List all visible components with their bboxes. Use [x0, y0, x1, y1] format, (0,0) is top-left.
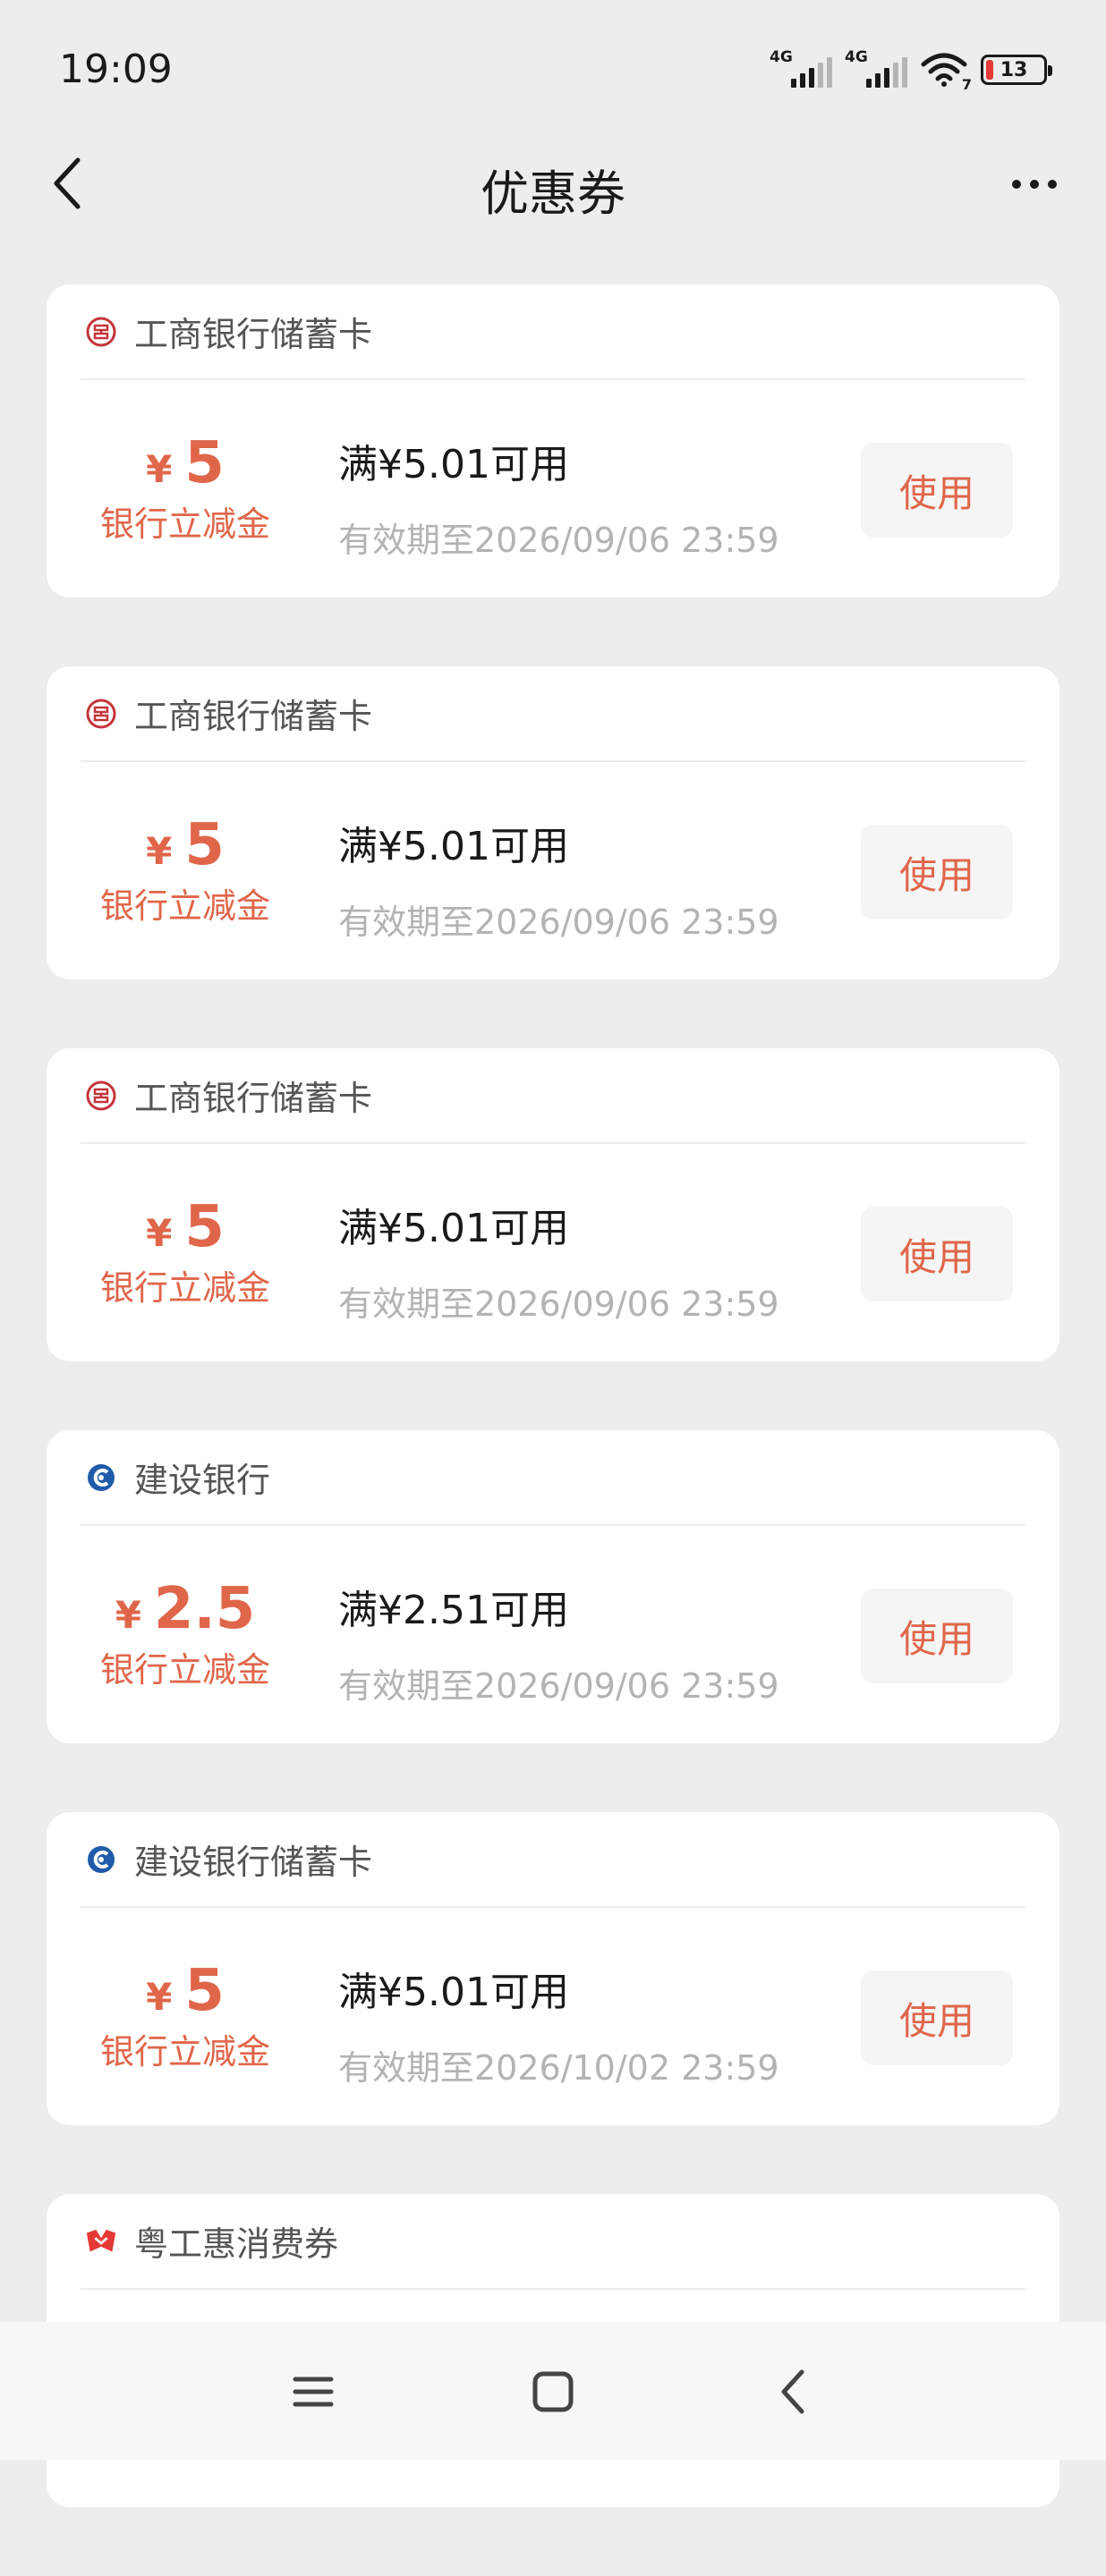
coupon-card-header: 工商银行储蓄卡: [81, 284, 1025, 380]
coupon-info: 满¥2.51可用 有效期至2026/09/06 23:59: [338, 1578, 779, 1707]
coupon-card: 工商银行储蓄卡 ¥ 5 银行立减金 满¥5.01可用 有效期至2026/09/0…: [47, 1048, 1059, 1361]
status-time: 19:09: [59, 47, 173, 92]
coupon-card-header: 工商银行储蓄卡: [81, 666, 1025, 762]
coupon-amount: 2.5: [153, 1576, 256, 1642]
use-button[interactable]: 使用: [861, 1970, 1013, 2065]
coupon-condition: 满¥2.51可用: [338, 1588, 569, 1633]
coupon-info: 满¥5.01可用 有效期至2026/10/02 23:59: [338, 1960, 779, 2089]
coupon-type-label: 银行立减金: [99, 886, 270, 926]
home-square-icon: [532, 2371, 574, 2412]
coupon-amount: 5: [184, 1194, 225, 1260]
page-title: 优惠券: [481, 165, 625, 222]
ccb-logo-icon: [84, 1461, 118, 1495]
yuegonghui-logo-icon: [84, 2224, 118, 2258]
coupon-expiry: 有效期至2026/09/06 23:59: [338, 521, 779, 560]
cellular-signal-icon-2: 4G: [845, 48, 907, 88]
bank-name: 工商银行储蓄卡: [134, 697, 373, 736]
coupon-amount-block: ¥ 5 银行立减金: [47, 430, 324, 546]
currency-symbol: ¥: [146, 447, 173, 491]
coupon-card-header: 建设银行: [81, 1430, 1025, 1526]
menu-button[interactable]: [277, 2356, 349, 2428]
bank-name: 工商银行储蓄卡: [134, 1079, 373, 1118]
coupon-amount-block: ¥ 2.5 银行立减金: [47, 1576, 324, 1691]
system-back-button[interactable]: [757, 2356, 829, 2428]
menu-icon: [293, 2377, 334, 2407]
home-button[interactable]: [517, 2356, 589, 2428]
coupon-amount-block: ¥ 5 银行立减金: [47, 1958, 324, 2073]
use-button[interactable]: 使用: [861, 443, 1013, 538]
cellular-signal-icon: 4G: [770, 48, 832, 88]
more-options-button[interactable]: [999, 157, 1070, 211]
currency-symbol: ¥: [146, 1975, 173, 2019]
coupon-card: 工商银行储蓄卡 ¥ 5 银行立减金 满¥5.01可用 有效期至2026/09/0…: [47, 666, 1059, 979]
coupon-expiry: 有效期至2026/10/02 23:59: [338, 2048, 779, 2088]
nav-bar: 优惠券: [0, 134, 1106, 242]
coupon-amount: 5: [184, 812, 225, 878]
coupon-list: 工商银行储蓄卡 ¥ 5 银行立减金 满¥5.01可用 有效期至2026/09/0…: [47, 284, 1059, 2576]
coupon-condition: 满¥5.01可用: [338, 1970, 569, 2015]
coupon-expiry: 有效期至2026/09/06 23:59: [338, 1666, 779, 1706]
wifi-icon: 7: [920, 52, 972, 93]
use-button[interactable]: 使用: [861, 1207, 1013, 1301]
coupon-expiry: 有效期至2026/09/06 23:59: [338, 1284, 779, 1324]
coupon-amount: 5: [184, 430, 225, 496]
currency-symbol: ¥: [146, 829, 173, 873]
coupon-info: 满¥5.01可用 有效期至2026/09/06 23:59: [338, 432, 779, 562]
battery-level: 13: [1000, 58, 1028, 81]
icbc-logo-icon: [84, 697, 118, 731]
coupon-card-header: 建设银行储蓄卡: [81, 1812, 1025, 1908]
system-nav-bar: [0, 2322, 1106, 2460]
coupon-type-label: 银行立减金: [99, 1268, 270, 1308]
coupon-card-header: 工商银行储蓄卡: [81, 1048, 1025, 1144]
network-type-label-2: 4G: [845, 48, 868, 66]
currency-symbol: ¥: [115, 1593, 141, 1637]
coupon-card-header: 粤工惠消费券: [81, 2194, 1025, 2290]
use-button[interactable]: 使用: [861, 1589, 1013, 1683]
currency-symbol: ¥: [146, 1211, 173, 1255]
more-dot-icon: [1012, 180, 1021, 189]
bank-name: 粤工惠消费券: [134, 2224, 339, 2264]
icbc-logo-icon: [84, 1079, 118, 1113]
coupon-expiry: 有效期至2026/09/06 23:59: [338, 902, 779, 942]
coupon-amount-block: ¥ 5 银行立减金: [47, 812, 324, 928]
bank-name: 建设银行储蓄卡: [134, 1843, 373, 1882]
coupon-condition: 满¥5.01可用: [338, 824, 569, 869]
wifi-badge: 7: [961, 76, 972, 93]
coupon-info: 满¥5.01可用 有效期至2026/09/06 23:59: [338, 814, 779, 944]
coupon-amount-block: ¥ 5 银行立减金: [47, 1194, 324, 1309]
bank-name: 建设银行: [134, 1461, 271, 1500]
status-bar: 19:09 4G 4G 7 13: [0, 0, 1106, 134]
coupon-card-body: ¥ 5 银行立减金 满¥5.01可用 有效期至2026/09/06 23:59 …: [47, 762, 1059, 978]
more-dot-icon: [1030, 180, 1039, 189]
coupon-card: 建设银行储蓄卡 ¥ 5 银行立减金 满¥5.01可用 有效期至2026/10/0…: [47, 1812, 1059, 2125]
network-type-label: 4G: [770, 48, 793, 66]
coupon-card: 工商银行储蓄卡 ¥ 5 银行立减金 满¥5.01可用 有效期至2026/09/0…: [47, 284, 1059, 597]
back-arrow-icon: [781, 2369, 804, 2414]
coupon-type-label: 银行立减金: [99, 2032, 270, 2072]
coupon-condition: 满¥5.01可用: [338, 1206, 569, 1251]
icbc-logo-icon: [84, 315, 118, 349]
bank-name: 工商银行储蓄卡: [134, 315, 373, 354]
coupon-condition: 满¥5.01可用: [338, 442, 569, 487]
status-icons: 4G 4G 7 13: [770, 48, 1052, 93]
coupon-card-body: ¥ 5 银行立减金 满¥5.01可用 有效期至2026/09/06 23:59 …: [47, 1144, 1059, 1360]
ccb-logo-icon: [84, 1843, 118, 1877]
coupon-type-label: 银行立减金: [99, 504, 270, 544]
coupon-card: 建设银行 ¥ 2.5 银行立减金 满¥2.51可用 有效期至2026/09/06…: [47, 1430, 1059, 1743]
coupon-amount: 5: [184, 1958, 225, 2024]
coupon-card-body: ¥ 2.5 银行立减金 满¥2.51可用 有效期至2026/09/06 23:5…: [47, 1526, 1059, 1741]
coupon-info: 满¥5.01可用 有效期至2026/09/06 23:59: [338, 1196, 779, 1326]
coupon-type-label: 银行立减金: [99, 1650, 270, 1690]
battery-icon: 13: [981, 55, 1052, 85]
use-button[interactable]: 使用: [861, 825, 1013, 919]
coupon-card-body: ¥ 5 银行立减金 满¥5.01可用 有效期至2026/09/06 23:59 …: [47, 380, 1059, 596]
coupon-card-body: ¥ 5 银行立减金 满¥5.01可用 有效期至2026/10/02 23:59 …: [47, 1908, 1059, 2123]
more-dot-icon: [1048, 180, 1057, 189]
